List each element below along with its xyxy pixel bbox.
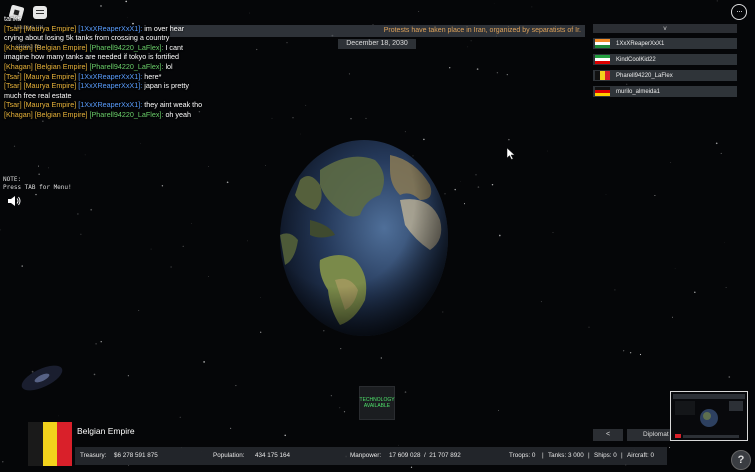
speaker-icon[interactable]: [7, 195, 21, 207]
chat-message: tanks: [4, 14, 239, 24]
chat-log: tanks [Tsar] [Maurya Empire] [1XxXReaperX…: [4, 14, 239, 120]
chat-text: crying about losing 5k tanks from crossi…: [4, 33, 170, 43]
population-label: Population:: [213, 452, 245, 459]
mouse-cursor-icon: [507, 148, 515, 160]
chat-text: much free real estate: [4, 90, 72, 100]
menu-hint: NOTE: Press TAB for Menu!: [3, 176, 72, 191]
chat-text: I cant: [165, 42, 184, 52]
troops-count: Troops: 0: [509, 452, 536, 459]
chat-text: oh yeah: [165, 109, 192, 119]
chat-player-name[interactable]: [Pharell94220_LaFlex]:: [90, 110, 164, 119]
back-button[interactable]: <: [593, 429, 623, 441]
ships-count: Ships: 0: [594, 452, 617, 459]
player-name: KindCoolKid22: [616, 56, 656, 63]
tanks-count: Tanks: 3 000: [548, 452, 584, 459]
minimap[interactable]: [670, 391, 748, 441]
chat-message: [Tsar] [Maurya Empire] [1XxXReaperXxX1]:…: [4, 100, 239, 110]
separator: |: [588, 452, 590, 459]
player-row[interactable]: KindCoolKid22: [593, 54, 737, 65]
population-value: 434 175 164: [255, 452, 291, 459]
chat-message: imagine how many tanks are needed if tok…: [4, 52, 239, 62]
chat-rank-tag: [Khagan] [Belgian Empire]: [4, 109, 88, 119]
player-row[interactable]: Pharell94220_LaFlex: [593, 70, 737, 81]
separator: |: [621, 452, 623, 459]
treasury-label: Treasury:: [80, 452, 107, 459]
technology-available-label: TECHNOLOGY AVAILABLE: [359, 397, 395, 409]
chat-rank-tag: [Khagan] [Belgian Empire]: [4, 61, 88, 71]
game-date: December 18, 2030: [338, 39, 416, 49]
chat-player-name[interactable]: [1XxXReaperXxX1]:: [78, 24, 142, 33]
chat-message: [Tsar] [Maurya Empire] [1XxXReaperXxX1]:…: [4, 81, 239, 91]
chat-overlay-fragment: Maurya VB: [14, 25, 44, 31]
germany-flag-icon: [595, 87, 610, 96]
chat-text: here*: [144, 71, 162, 81]
player-row[interactable]: murilo_almeida1: [593, 86, 737, 97]
chat-message: much free real estate: [4, 91, 239, 101]
chat-text: imagine how many tanks are needed if tok…: [4, 52, 179, 62]
chat-player-name[interactable]: [Pharell94220_LaFlex]:: [90, 62, 164, 71]
chat-player-name[interactable]: [1XxXReaperXxX1]:: [78, 72, 142, 81]
help-button[interactable]: ?: [731, 450, 751, 470]
country-name: Belgian Empire: [77, 426, 135, 436]
chat-player-name[interactable]: [1XxXReaperXxX1]:: [78, 81, 142, 90]
chat-rank-tag: [Tsar] [Maurya Empire]: [4, 100, 77, 110]
news-headline: Protests have taken place in Iran, organ…: [383, 27, 581, 34]
treasury-value: $6 278 591 875: [114, 452, 158, 459]
chat-overlay-fragment: strong 85: [16, 44, 42, 50]
chat-player-name[interactable]: [1XxXReaperXxX1]:: [78, 100, 142, 109]
player-row[interactable]: 1XxXReaperXxX1: [593, 38, 737, 49]
aircraft-count: Aircraft: 0: [627, 452, 654, 459]
chat-text: japan is pretty: [144, 81, 189, 91]
chat-message: [Khagan] [Belgian Empire] [Pharell94220_…: [4, 62, 239, 72]
chat-text: im over hear: [144, 23, 185, 33]
chat-message: crying about losing 5k tanks from crossi…: [4, 33, 239, 43]
chat-message: [Khagan] [Belgian Empire] [Pharell94220_…: [4, 110, 239, 120]
stats-bar: Treasury: $6 278 591 875 Population: 434…: [75, 447, 667, 465]
iran-flag-icon: [595, 55, 610, 64]
manpower-value: 17 609 028 / 21 707 892: [389, 452, 461, 459]
player-name: 1XxXReaperXxX1: [616, 40, 665, 47]
technology-available-button[interactable]: TECHNOLOGY AVAILABLE: [359, 386, 395, 420]
players-panel: v 1XxXReaperXxX1 KindCoolKid22 Pharell94…: [593, 24, 737, 97]
country-flag: [28, 422, 73, 466]
players-toggle[interactable]: v: [593, 24, 737, 33]
chat-rank-tag: [Tsar] [Maurya Empire]: [4, 71, 77, 81]
player-name: murilo_almeida1: [616, 88, 661, 95]
diplomacy-button[interactable]: Diplomat: [627, 429, 672, 441]
chat-text: tanks: [4, 14, 22, 23]
belgium-flag-icon: [595, 71, 610, 80]
chat-rank-tag: [Tsar] [Maurya Empire]: [4, 81, 77, 91]
player-name: Pharell94220_LaFlex: [616, 72, 673, 79]
chat-text: lol: [165, 61, 173, 71]
flag-stripe-black: [28, 422, 43, 466]
chat-message: [Tsar] [Maurya Empire] [1XxXReaperXxX1]:…: [4, 72, 239, 82]
chat-text: they aint weak tho: [144, 100, 203, 110]
manpower-label: Manpower:: [350, 452, 382, 459]
separator: |: [542, 452, 544, 459]
earth-globe[interactable]: [280, 140, 448, 336]
flag-stripe-yellow: [42, 422, 58, 466]
chat-player-name[interactable]: [Pharell94220_LaFlex]:: [90, 43, 164, 52]
more-options-icon[interactable]: ···: [731, 4, 747, 20]
india-flag-icon: [595, 39, 610, 48]
flag-stripe-red: [57, 422, 73, 466]
